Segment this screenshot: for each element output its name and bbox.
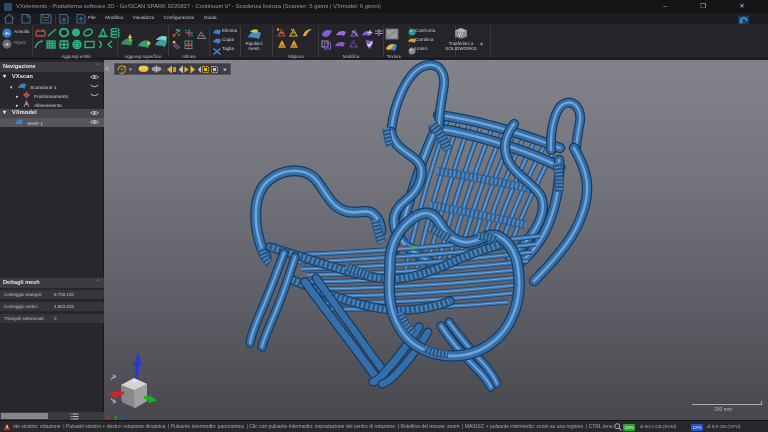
svg-text:W: W: [458, 33, 463, 39]
